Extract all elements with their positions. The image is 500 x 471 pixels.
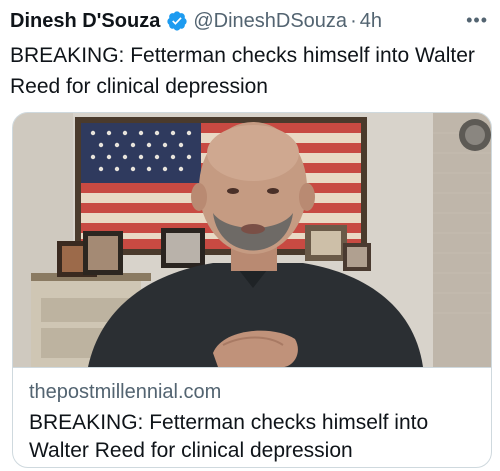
author-handle[interactable]: @DineshDSouza [193, 10, 347, 33]
separator-dot: · [350, 9, 357, 32]
card-title: BREAKING: Fetterman checks himself into … [29, 411, 429, 462]
tweet-timestamp[interactable]: 4h [360, 10, 382, 33]
tweet-header: Dinesh D'Souza @DineshDSouza · 4h ••• [10, 8, 492, 34]
card-image [13, 113, 491, 367]
verified-badge-icon [166, 10, 188, 32]
tweet-text: BREAKING: Fetterman checks himself into … [10, 44, 475, 98]
more-horizontal-icon[interactable]: ••• [466, 10, 488, 31]
card-domain: thepostmillennial.com [29, 381, 222, 403]
card-divider [13, 367, 491, 368]
author-display-name[interactable]: Dinesh D'Souza [10, 10, 160, 33]
link-preview-card[interactable]: thepostmillennial.com BREAKING: Fetterma… [12, 112, 492, 468]
